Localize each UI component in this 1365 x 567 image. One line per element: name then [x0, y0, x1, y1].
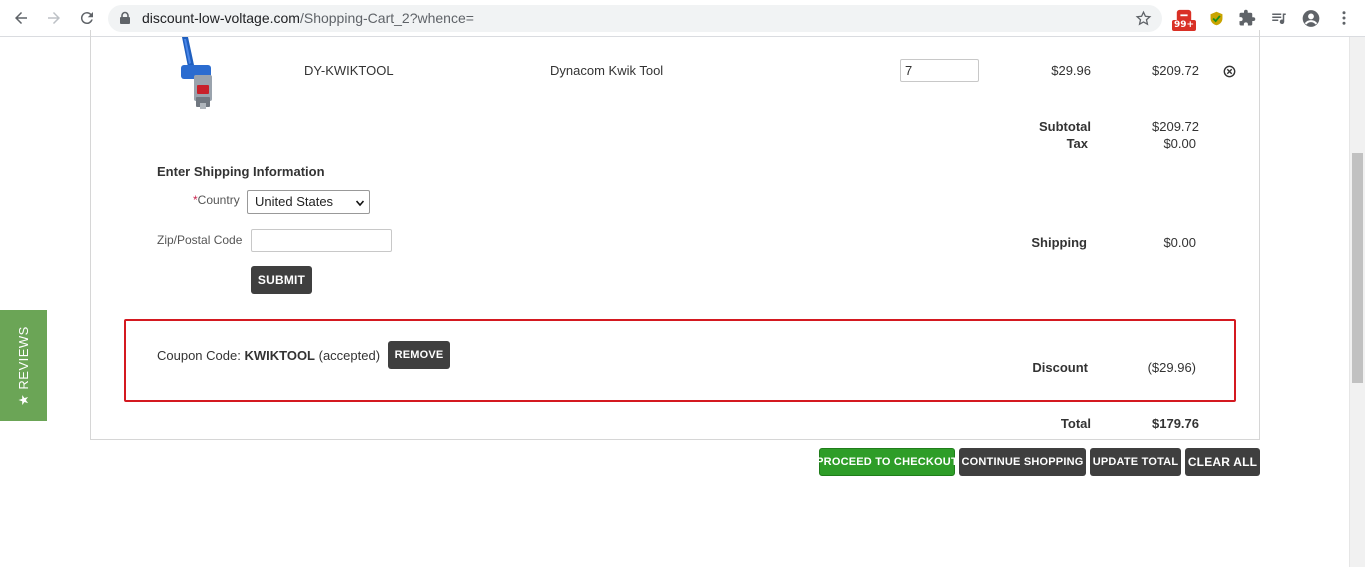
- continue-shopping-button[interactable]: CONTINUE SHOPPING: [959, 448, 1086, 476]
- extensions-puzzle-icon[interactable]: [1237, 8, 1257, 28]
- back-arrow-icon: [15, 12, 27, 24]
- shipping-section-title: Enter Shipping Information: [157, 164, 325, 179]
- shield-check-icon[interactable]: [1206, 8, 1226, 28]
- bookmark-star-icon[interactable]: [1135, 10, 1152, 27]
- reviews-tab-label: ★ REVIEWS: [15, 325, 31, 406]
- coupon-prefix: Coupon Code:: [157, 348, 241, 363]
- address-bar[interactable]: discount-low-voltage.com/Shopping-Cart_2…: [108, 5, 1162, 32]
- scrollbar-thumb[interactable]: [1352, 153, 1363, 383]
- discount-value: ($29.96): [1147, 360, 1196, 375]
- chevron-down-icon: [356, 200, 364, 207]
- remove-coupon-button[interactable]: REMOVE: [388, 341, 450, 369]
- line-total: $209.72: [1152, 63, 1199, 78]
- reload-button[interactable]: [75, 7, 99, 29]
- shipping-value: $0.00: [1163, 235, 1196, 250]
- coupon-code: KWIKTOOL: [244, 348, 315, 363]
- back-button[interactable]: [9, 7, 33, 29]
- coupon-status: (accepted): [318, 348, 381, 363]
- zip-label: Zip/Postal Code: [157, 233, 243, 247]
- country-select[interactable]: United States: [247, 190, 370, 214]
- item-sku: DY-KWIKTOOL: [304, 63, 394, 78]
- product-image[interactable]: [172, 37, 222, 109]
- coupon-code-line: Coupon Code: KWIKTOOL (accepted): [157, 348, 380, 363]
- proceed-to-checkout-button[interactable]: PROCEED TO CHECKOUT: [816, 448, 958, 476]
- country-label: *Country: [193, 193, 240, 207]
- reload-icon: [80, 12, 93, 25]
- url-path: /Shopping-Cart_2?whence=: [299, 10, 474, 26]
- country-label-text: Country: [197, 193, 240, 207]
- url-domain: discount-low-voltage.com: [142, 10, 300, 26]
- subtotal-value: $209.72: [1152, 119, 1199, 134]
- total-value: $179.76: [1152, 416, 1199, 431]
- url-text: discount-low-voltage.com/Shopping-Cart_2…: [142, 10, 474, 26]
- reviews-tab[interactable]: ★ REVIEWS: [0, 310, 47, 421]
- country-selected-value: United States: [255, 194, 334, 209]
- zip-input[interactable]: [251, 229, 392, 252]
- item-name[interactable]: Dynacom Kwik Tool: [550, 63, 663, 78]
- subtotal-label: Subtotal: [1039, 119, 1091, 134]
- media-queue-icon[interactable]: [1269, 8, 1289, 28]
- total-label: Total: [1060, 416, 1091, 431]
- clear-all-button[interactable]: CLEAR ALL: [1185, 448, 1260, 476]
- profile-avatar-icon[interactable]: [1301, 8, 1321, 28]
- discount-label: Discount: [1032, 360, 1088, 375]
- tax-label: Tax: [1066, 136, 1088, 151]
- page-scrollbar[interactable]: [1349, 37, 1365, 567]
- remove-item-icon[interactable]: [1223, 65, 1236, 78]
- submit-shipping-button[interactable]: SUBMIT: [251, 266, 312, 294]
- forward-button[interactable]: [42, 7, 66, 29]
- lock-icon: [120, 11, 130, 24]
- unit-price: $29.96: [1051, 63, 1091, 78]
- shipping-label: Shipping: [1031, 235, 1087, 250]
- tax-value: $0.00: [1163, 136, 1196, 151]
- browser-menu-icon[interactable]: [1334, 8, 1354, 28]
- update-total-button[interactable]: UPDATE TOTAL: [1090, 448, 1181, 476]
- quantity-input[interactable]: [900, 59, 979, 82]
- forward-arrow-icon: [48, 12, 60, 24]
